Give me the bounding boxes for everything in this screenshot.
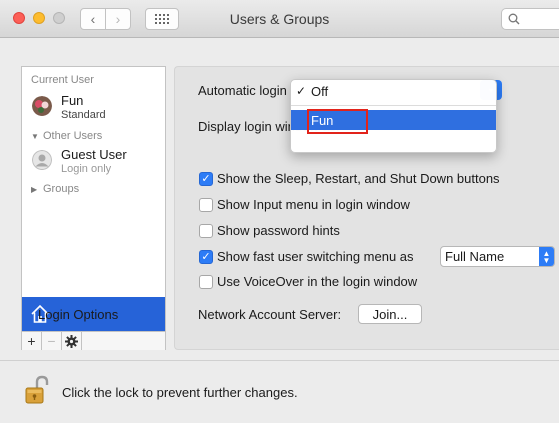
join-button[interactable]: Join... [358,304,422,324]
lock-button[interactable] [25,375,49,408]
checkbox-voiceover-label: Use VoiceOver in the login window [217,274,418,289]
remove-user-button[interactable]: − [42,332,62,350]
checkbox-fast-user-switching-label: Show fast user switching menu as [217,249,414,264]
fast-switch-style-value: Full Name [445,249,505,264]
gear-icon [65,334,78,348]
checkbox-voiceover-box[interactable] [199,274,213,289]
network-server-label: Network Account Server: [198,307,342,322]
search-field[interactable] [501,8,559,30]
checkmark-icon: ✓ [295,84,307,98]
checkbox-sleep-restart-shutdown-label: Show the Sleep, Restart, and Shut Down b… [217,171,500,186]
disclosure-down-icon: ▼ [31,132,39,141]
action-menu-button[interactable] [62,332,82,350]
checkbox-sleep-restart-shutdown-box[interactable]: ✓ [199,171,213,186]
checkbox-password-hints[interactable]: Show password hints [199,223,340,238]
title-bar: ‹ › Users & Groups [0,0,559,38]
sidebar-toolbar: + − [22,331,165,350]
fast-switch-style-popup[interactable]: Full Name ▲ ▼ [440,246,555,267]
groups-label: Groups [43,183,80,195]
window-title: Users & Groups [229,11,330,27]
other-users-label: Other Users [43,130,103,142]
disclosure-right-icon: ▶ [31,185,38,194]
guest-user-sub: Login only [61,163,112,175]
automatic-login-menu: ✓ Off Fun [290,79,497,153]
menu-item-fun[interactable]: Fun [291,110,496,130]
other-users-header[interactable]: ▼ Other Users [31,130,102,142]
login-options-item[interactable]: Login Options [22,297,165,331]
add-user-button[interactable]: + [22,332,42,350]
checkbox-input-menu[interactable]: Show Input menu in login window [199,197,410,212]
checkbox-password-hints-box[interactable] [199,223,213,238]
menu-item-off[interactable]: ✓ Off [291,81,496,101]
checkbox-input-menu-box[interactable] [199,197,213,212]
updown-arrows-icon: ▲ ▼ [539,247,554,266]
current-user-name: Fun [61,93,84,108]
login-options-label: Login Options [38,306,119,322]
checkbox-input-menu-label: Show Input menu in login window [217,197,410,212]
guest-user-name: Guest User [61,147,127,162]
guest-avatar [32,150,52,170]
users-sidebar: Current User Fun Standard ▼ Other Users [21,66,166,350]
current-user-header: Current User [31,74,94,86]
checkbox-voiceover[interactable]: Use VoiceOver in the login window [199,274,417,289]
guest-user-item[interactable]: Guest User Login only [32,148,127,176]
automatic-login-label: Automatic login [198,83,287,98]
avatar [32,96,52,116]
menu-separator [291,105,496,106]
menu-item-off-label: Off [311,83,329,99]
checkbox-password-hints-label: Show password hints [217,223,340,238]
unlocked-padlock-icon [25,375,49,404]
menu-item-fun-label: Fun [311,112,334,128]
groups-item[interactable]: ▶ Groups [31,183,79,195]
checkbox-fast-user-switching[interactable]: ✓ Show fast user switching menu as [199,249,414,264]
checkbox-fast-user-switching-box[interactable]: ✓ [199,249,213,264]
lock-status-text: Click the lock to prevent further change… [62,385,298,400]
current-user-item[interactable]: Fun Standard [32,94,106,122]
search-icon [508,13,520,25]
checkbox-sleep-restart-shutdown[interactable]: ✓ Show the Sleep, Restart, and Shut Down… [199,171,500,186]
current-user-role: Standard [61,109,106,121]
